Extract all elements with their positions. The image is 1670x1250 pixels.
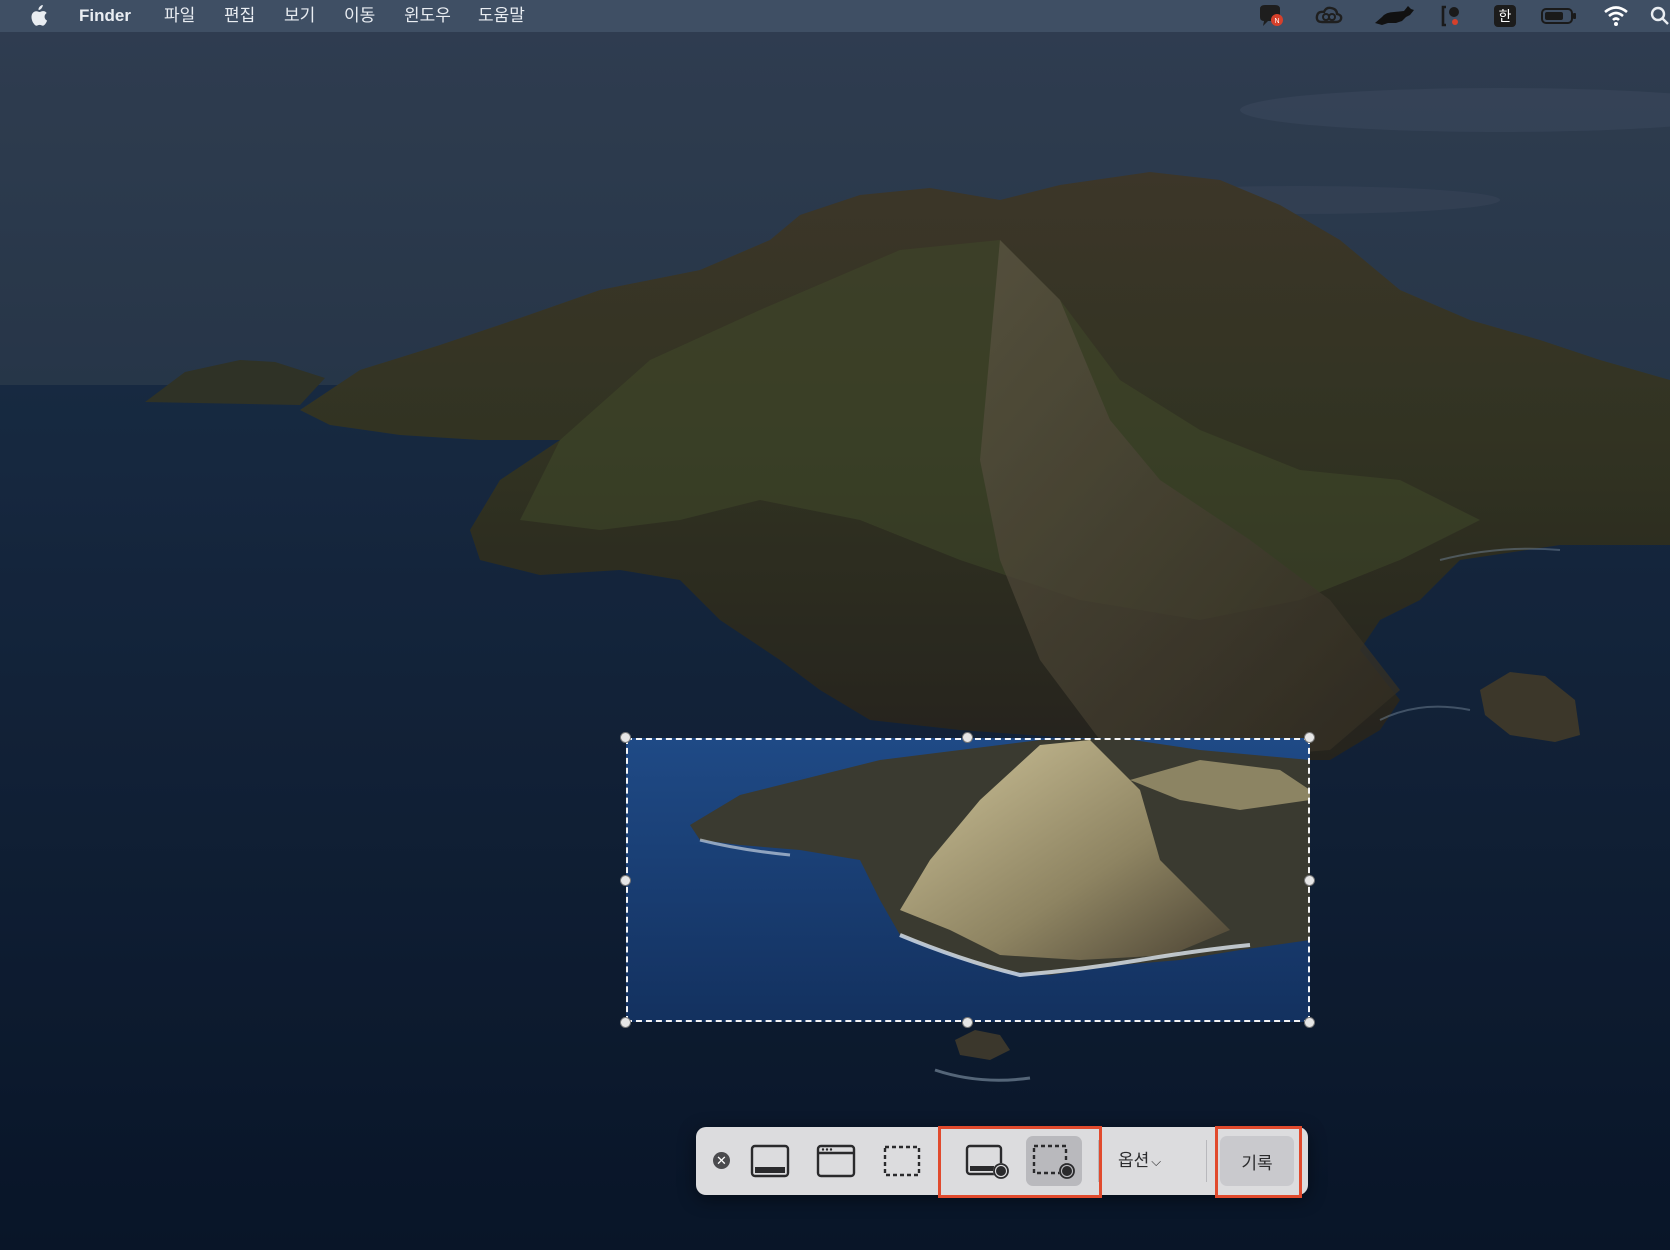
highlight-box-record-buttons — [938, 1126, 1102, 1198]
selection-rectangle[interactable] — [626, 738, 1310, 1022]
menu-go[interactable]: 이동 — [344, 6, 375, 26]
highlight-box-record-label — [1215, 1126, 1302, 1198]
menu-edit[interactable]: 편집 — [224, 6, 255, 26]
screen-record-indicator-icon[interactable] — [1440, 3, 1466, 29]
menu-view[interactable]: 보기 — [284, 6, 315, 26]
selection-handle-top[interactable] — [962, 732, 973, 743]
chevron-down-icon: ⌵ — [1151, 1154, 1162, 1169]
capture-selected-window-button[interactable] — [808, 1136, 864, 1186]
selection-handle-right[interactable] — [1304, 875, 1315, 886]
svg-text:N: N — [1274, 18, 1279, 25]
selection-handle-top-left[interactable] — [620, 732, 631, 743]
battery-icon[interactable] — [1540, 3, 1580, 29]
selection-handle-bottom-left[interactable] — [620, 1017, 631, 1028]
capture-selection-icon — [883, 1145, 921, 1177]
menu-help[interactable]: 도움말 — [478, 6, 525, 26]
apple-logo-icon[interactable] — [28, 5, 48, 27]
wifi-icon[interactable] — [1602, 3, 1630, 29]
menu-file[interactable]: 파일 — [164, 6, 195, 26]
sheep-icon[interactable] — [1372, 3, 1416, 29]
capture-entire-screen-icon — [750, 1144, 790, 1178]
options-button[interactable]: 옵션 ⌵ — [1118, 1147, 1161, 1175]
creative-cloud-icon[interactable] — [1314, 3, 1344, 29]
search-icon[interactable] — [1648, 3, 1670, 29]
selection-handle-left[interactable] — [620, 875, 631, 886]
menu-app-name[interactable]: Finder — [79, 6, 131, 26]
input-source-icon[interactable]: 한 — [1494, 5, 1516, 27]
options-label: 옵션 — [1118, 1151, 1150, 1170]
toolbar-divider — [1206, 1140, 1207, 1182]
menu-window[interactable]: 윈도우 — [404, 6, 451, 26]
capture-entire-screen-button[interactable] — [742, 1136, 798, 1186]
selection-handle-bottom[interactable] — [962, 1017, 973, 1028]
capture-window-icon — [816, 1144, 856, 1178]
selection-handle-bottom-right[interactable] — [1304, 1017, 1315, 1028]
chat-notification-icon[interactable]: N — [1256, 3, 1286, 29]
desktop-wallpaper — [0, 0, 1670, 1250]
menu-bar: Finder 파일 편집 보기 이동 윈도우 도움말 N 한 — [0, 0, 1670, 32]
capture-selected-portion-button[interactable] — [874, 1136, 930, 1186]
close-toolbar-button[interactable]: ✕ — [713, 1152, 730, 1169]
selection-handle-top-right[interactable] — [1304, 732, 1315, 743]
